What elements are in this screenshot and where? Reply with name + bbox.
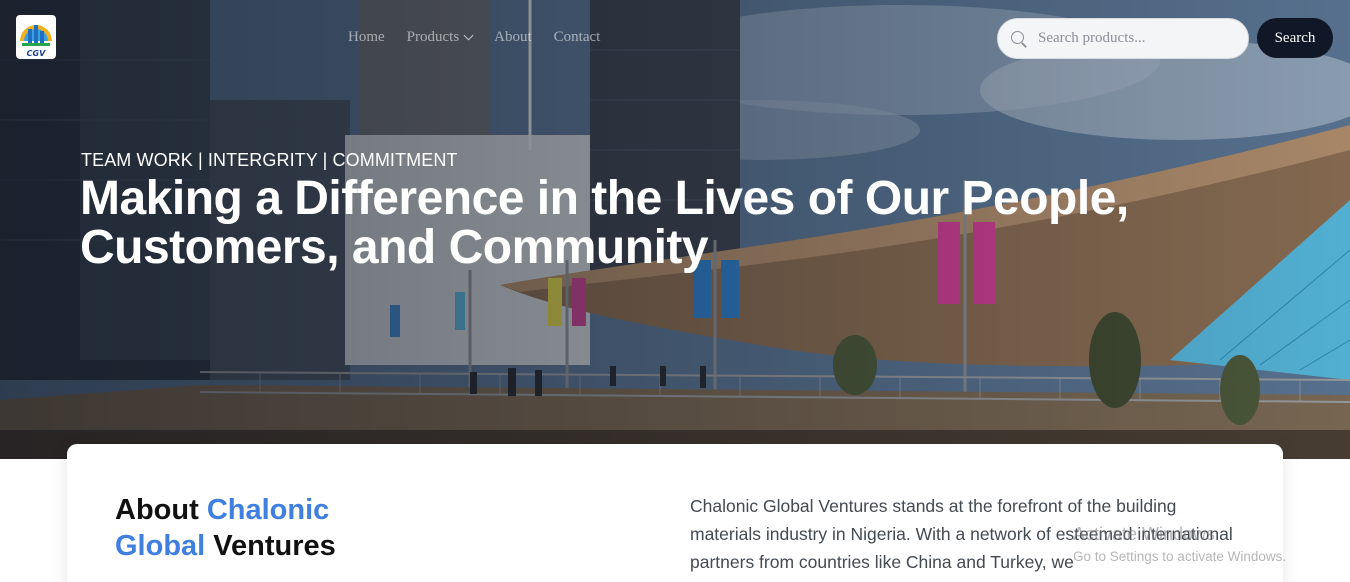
- nav-item-label: Home: [348, 29, 385, 45]
- about-title-part: Ventures: [205, 530, 336, 562]
- hero-headline-line2: Customers, and Community: [80, 221, 709, 274]
- search-box: [997, 18, 1249, 59]
- nav-item-products[interactable]: Products: [406, 29, 474, 46]
- hero-tagline: TEAM WORK | INTERGRITY | COMMITMENT: [81, 150, 458, 170]
- about-title-accent: Global: [115, 530, 206, 562]
- watermark-title: Activate Windows: [1073, 524, 1216, 544]
- search-button[interactable]: Search: [1257, 18, 1333, 58]
- nav-item-label: Products: [406, 29, 460, 45]
- watermark-subtitle: Go to Settings to activate Windows.: [1073, 549, 1287, 564]
- chevron-down-icon: [463, 30, 474, 41]
- nav-item-home[interactable]: Home: [348, 29, 385, 46]
- logo-text: CGV: [26, 49, 46, 58]
- nav-item-about[interactable]: About: [494, 29, 532, 46]
- nav-item-label: Contact: [553, 29, 601, 45]
- site-logo[interactable]: CGV: [16, 15, 56, 59]
- about-title-part: About: [115, 494, 207, 526]
- activation-watermark: Activate Windows Go to Settings to activ…: [1073, 524, 1286, 564]
- about-title-accent: Chalonic: [206, 494, 330, 526]
- hero-headline-line1: Making a Difference in the Lives of Our …: [80, 172, 1129, 225]
- nav-item-contact[interactable]: Contact: [554, 29, 601, 46]
- nav-item-label: About: [494, 29, 532, 45]
- search-input[interactable]: [1038, 30, 1238, 47]
- search-icon: [1010, 30, 1028, 48]
- hero-headline: Making a Difference in the Lives of Our …: [80, 174, 1180, 272]
- about-title: About Chalonic Global Ventures: [115, 492, 415, 564]
- main-nav: Home Products About Contact: [348, 29, 600, 46]
